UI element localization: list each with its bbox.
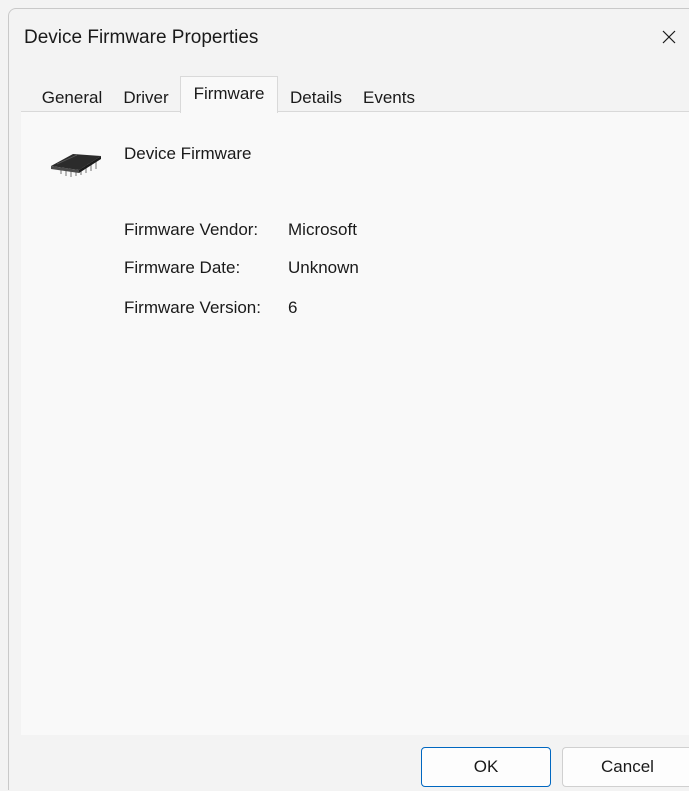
firmware-panel: Device Firmware Firmware Vendor: Microso…	[21, 111, 689, 735]
cancel-button[interactable]: Cancel	[562, 747, 689, 787]
tab-driver[interactable]: Driver	[113, 83, 179, 112]
firmware-vendor-value: Microsoft	[288, 220, 357, 239]
window-title: Device Firmware Properties	[24, 27, 259, 48]
tab-strip: General Driver Firmware Details Events	[21, 76, 689, 113]
firmware-version-value: 6	[288, 298, 298, 317]
tab-firmware[interactable]: Firmware	[180, 76, 278, 113]
close-icon	[661, 29, 677, 45]
firmware-version-label: Firmware Version:	[124, 298, 261, 317]
tab-events[interactable]: Events	[353, 83, 425, 112]
device-name: Device Firmware	[124, 144, 252, 163]
properties-dialog: Device Firmware Properties General Drive…	[8, 8, 689, 790]
title-bar: Device Firmware Properties	[9, 9, 689, 69]
dialog-footer: OK Cancel	[9, 735, 689, 791]
chip-icon	[47, 142, 103, 187]
firmware-date-label: Firmware Date:	[124, 258, 241, 277]
tab-details[interactable]: Details	[281, 83, 351, 112]
firmware-date-value: Unknown	[288, 258, 359, 277]
close-button[interactable]	[649, 17, 689, 57]
tab-general[interactable]: General	[33, 83, 111, 112]
ok-button[interactable]: OK	[421, 747, 551, 787]
firmware-vendor-label: Firmware Vendor:	[124, 220, 259, 239]
